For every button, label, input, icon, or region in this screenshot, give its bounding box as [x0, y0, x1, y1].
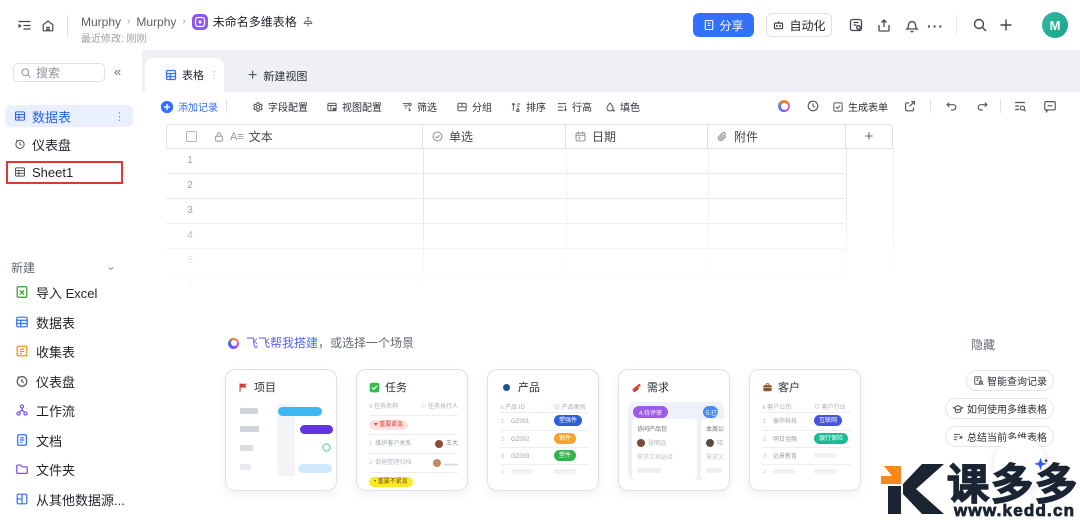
svg-text:www.kedd.cn: www.kedd.cn — [953, 501, 1075, 520]
